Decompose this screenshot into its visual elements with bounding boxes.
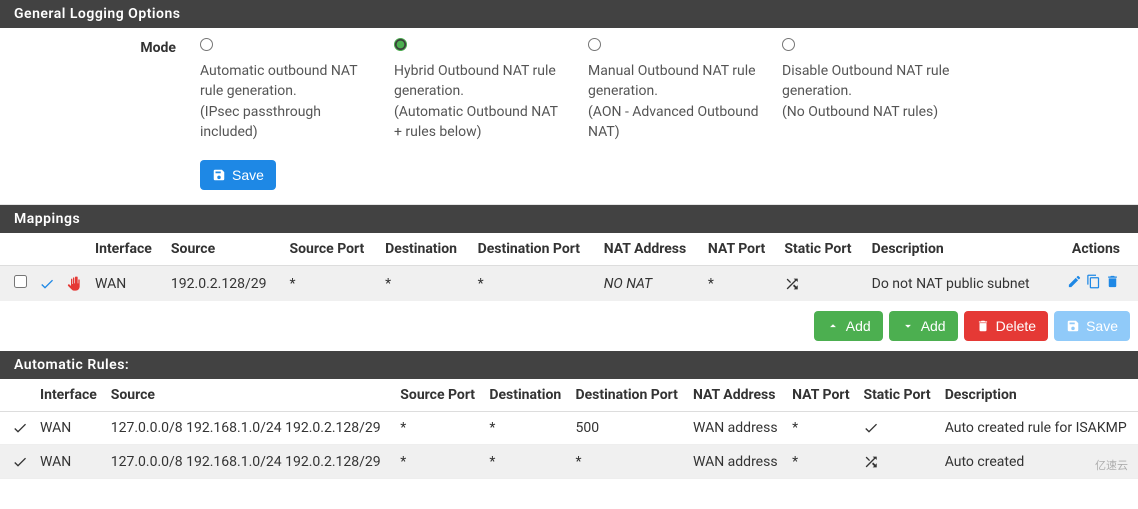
delete-label: Delete xyxy=(996,318,1036,334)
trash-icon[interactable] xyxy=(1105,274,1120,289)
cell-source: 127.0.0.0/8 192.168.1.0/24 192.0.2.128/2… xyxy=(105,445,395,478)
mode-options: Automatic outbound NAT rule generation. … xyxy=(200,38,1124,142)
table-row: WAN 127.0.0.0/8 192.168.1.0/24 192.0.2.1… xyxy=(0,445,1138,478)
cell-destination-port: * xyxy=(472,266,598,302)
edit-icon[interactable] xyxy=(1067,274,1082,289)
th-description: Description xyxy=(866,233,1053,266)
table-row: WAN 127.0.0.0/8 192.168.1.0/24 192.0.2.1… xyxy=(0,412,1138,445)
th-source: Source xyxy=(165,233,284,266)
cell-interface: WAN xyxy=(34,412,105,445)
cell-source: 192.0.2.128/29 xyxy=(165,266,284,302)
cell-source-port: * xyxy=(394,412,483,445)
cell-source-port: * xyxy=(394,445,483,478)
cell-destination: * xyxy=(483,445,569,478)
cell-static-port xyxy=(857,445,938,478)
mode-option-title: Hybrid Outbound NAT rule generation. xyxy=(394,63,556,99)
th-interface: Interface xyxy=(89,233,165,266)
cell-interface: WAN xyxy=(89,266,165,302)
row-select-checkbox[interactable] xyxy=(14,275,27,288)
th-nat-address: NAT Address xyxy=(598,233,702,266)
delete-button[interactable]: Delete xyxy=(964,311,1048,341)
mode-option-sub: (IPsec passthrough included) xyxy=(200,104,321,140)
cell-description: Auto created rule for ISAKMP xyxy=(939,412,1138,445)
th-actions: Actions xyxy=(1053,233,1138,266)
mappings-table: Interface Source Source Port Destination… xyxy=(0,233,1138,301)
cell-destination: * xyxy=(379,266,471,302)
add-top-button[interactable]: Add xyxy=(814,311,883,341)
th-destination-port: Destination Port xyxy=(569,379,686,412)
th-destination: Destination xyxy=(483,379,569,412)
cell-nat-port: * xyxy=(786,445,857,478)
check-icon xyxy=(12,454,28,470)
cell-source: 127.0.0.0/8 192.168.1.0/24 192.0.2.128/2… xyxy=(105,412,395,445)
cell-static-port xyxy=(778,266,865,302)
check-icon xyxy=(12,420,28,436)
th-destination-port: Destination Port xyxy=(472,233,598,266)
cell-nat-address: WAN address xyxy=(687,445,786,478)
check-icon xyxy=(863,420,879,436)
save-icon xyxy=(1066,319,1080,333)
th-static-port: Static Port xyxy=(857,379,938,412)
table-row[interactable]: WAN 192.0.2.128/29 * * * NO NAT * Do not… xyxy=(0,266,1138,302)
cell-source-port: * xyxy=(284,266,380,302)
add-top-label: Add xyxy=(846,318,871,334)
cell-destination: * xyxy=(483,412,569,445)
th-nat-port: NAT Port xyxy=(786,379,857,412)
save-button[interactable]: Save xyxy=(200,160,276,190)
copy-icon[interactable] xyxy=(1086,274,1101,289)
th-description: Description xyxy=(939,379,1138,412)
shuffle-icon xyxy=(784,276,800,292)
cell-destination-port: * xyxy=(569,445,686,478)
th-interface: Interface xyxy=(34,379,105,412)
add-bottom-label: Add xyxy=(921,318,946,334)
mappings-panel-header: Mappings xyxy=(0,205,1138,233)
th-nat-port: NAT Port xyxy=(702,233,779,266)
mode-label: Mode xyxy=(14,38,200,56)
mode-radio-hybrid[interactable] xyxy=(394,38,407,51)
mode-option-sub: (AON - Advanced Outbound NAT) xyxy=(588,104,759,140)
arrow-up-icon xyxy=(826,319,840,333)
th-source: Source xyxy=(105,379,395,412)
general-panel-header: General Logging Options xyxy=(0,0,1138,28)
cell-destination-port: 500 xyxy=(569,412,686,445)
shuffle-icon xyxy=(863,454,879,470)
cell-nat-address: WAN address xyxy=(687,412,786,445)
trash-icon xyxy=(976,319,990,333)
hand-stop-icon xyxy=(67,276,83,292)
th-source-port: Source Port xyxy=(394,379,483,412)
cell-nat-port: * xyxy=(786,412,857,445)
mode-option-sub: (No Outbound NAT rules) xyxy=(782,104,938,120)
th-destination: Destination xyxy=(379,233,471,266)
check-icon xyxy=(39,276,55,292)
add-bottom-button[interactable]: Add xyxy=(889,311,958,341)
save-order-button[interactable]: Save xyxy=(1054,311,1130,341)
th-static-port: Static Port xyxy=(778,233,865,266)
cell-nat-address: NO NAT xyxy=(598,266,702,302)
save-button-label: Save xyxy=(232,167,264,183)
save-icon xyxy=(212,168,226,182)
mode-radio-manual[interactable] xyxy=(588,38,601,51)
th-source-port: Source Port xyxy=(284,233,380,266)
mode-radio-disable[interactable] xyxy=(782,38,795,51)
cell-nat-port: * xyxy=(702,266,779,302)
mode-radio-automatic[interactable] xyxy=(200,38,213,51)
mode-option-title: Manual Outbound NAT rule generation. xyxy=(588,63,756,99)
cell-static-port xyxy=(857,412,938,445)
arrow-down-icon xyxy=(901,319,915,333)
auto-rules-panel-header: Automatic Rules: xyxy=(0,351,1138,379)
watermark: 亿速云 xyxy=(1095,457,1128,473)
cell-interface: WAN xyxy=(34,445,105,478)
mode-option-title: Automatic outbound NAT rule generation. xyxy=(200,63,357,99)
mode-option-sub: (Automatic Outbound NAT + rules below) xyxy=(394,104,558,140)
auto-rules-table: Interface Source Source Port Destination… xyxy=(0,379,1138,479)
cell-description: Do not NAT public subnet xyxy=(866,266,1053,302)
mode-option-title: Disable Outbound NAT rule generation. xyxy=(782,63,949,99)
th-nat-address: NAT Address xyxy=(687,379,786,412)
save-order-label: Save xyxy=(1086,318,1118,334)
